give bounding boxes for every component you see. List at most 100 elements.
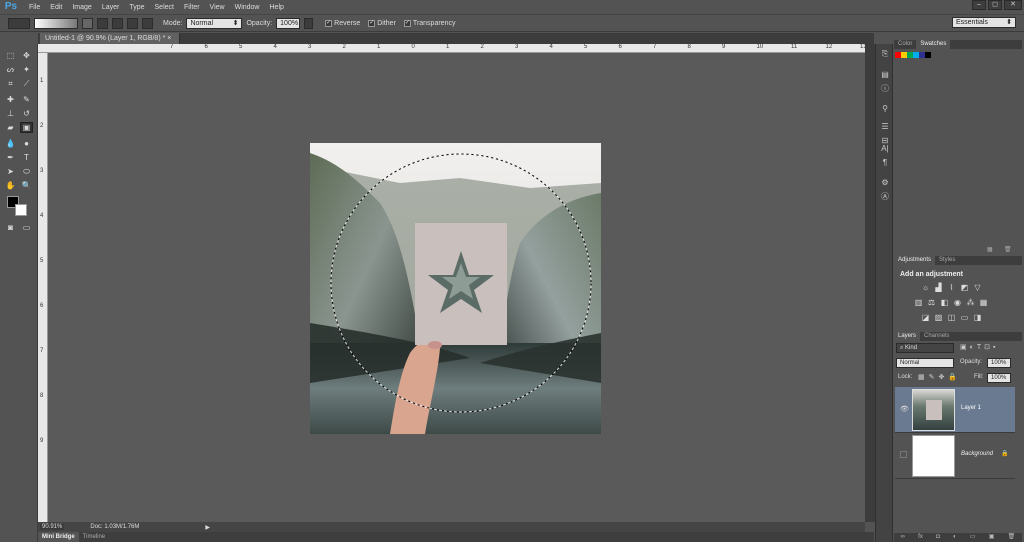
posterize-icon[interactable]: ▨ [934,314,943,322]
gradient-picker[interactable] [34,17,78,29]
vertical-scrollbar[interactable] [865,44,875,522]
shape-tool-icon[interactable]: ⬭ [20,166,33,177]
new-swatch-icon[interactable]: ▦ [987,246,993,253]
layer-kind-filter[interactable]: ⌕ Kind [896,343,954,353]
tool-preset-picker[interactable] [8,17,30,29]
tab-styles[interactable]: Styles [935,256,959,265]
dodge-tool-icon[interactable]: ● [20,138,33,149]
layer-fill-input[interactable]: 100% [987,373,1011,383]
group-icon[interactable]: ▭ [970,533,976,542]
black-white-icon[interactable]: ◧ [940,299,949,307]
history-brush-tool-icon[interactable]: ↺ [20,108,33,119]
tool-presets-icon[interactable]: ⚙ [879,178,891,188]
delete-swatch-icon[interactable]: 🗑 [1004,246,1012,253]
link-icon[interactable]: ∞ [901,533,905,542]
status-menu-arrow-icon[interactable]: ▶ [205,524,210,531]
hue-saturation-icon[interactable]: ▥ [914,299,923,307]
tab-layers[interactable]: Layers [894,332,921,341]
move-tool-icon[interactable]: ✥ [20,50,33,61]
minimize-button[interactable]: – [972,0,986,10]
dither-checkbox[interactable]: ✓ Dither [368,19,396,27]
clone-stamp-tool-icon[interactable]: ⊥ [4,108,17,119]
trash-icon[interactable]: 🗑 [1008,533,1016,542]
exposure-icon[interactable]: ◩ [960,284,969,292]
actions-icon[interactable]: ▤ [879,70,891,80]
marquee-tool-icon[interactable]: ⬚ [4,50,17,61]
tab-color[interactable]: Color [894,40,916,49]
menu-select[interactable]: Select [150,4,179,11]
tab-mini-bridge[interactable]: Mini Bridge [38,532,79,542]
layer-name[interactable]: Layer 1 [961,405,981,411]
blur-tool-icon[interactable]: 💧 [4,138,17,149]
menu-filter[interactable]: Filter [179,4,205,11]
eye-icon[interactable]: 👁 [900,405,909,413]
eraser-tool-icon[interactable]: ▰ [4,122,17,133]
tab-swatches[interactable]: Swatches [916,40,951,49]
blend-mode-select[interactable]: Normal [896,358,954,368]
layer-row-background[interactable]: Background 🔒 [895,433,1015,479]
type-tool-icon[interactable]: T [20,152,33,163]
reverse-checkbox[interactable]: ✓ Reverse [325,19,360,27]
paragraph-icon[interactable]: ¶ [879,158,891,168]
mask-icon[interactable]: ◘ [936,533,940,542]
radial-gradient-button[interactable] [97,17,108,29]
color-lookup-icon[interactable]: ▦ [979,299,988,307]
tab-adjustments[interactable]: Adjustments [894,256,936,265]
linear-gradient-button[interactable] [82,17,93,29]
close-window-button[interactable]: ✕ [1004,0,1022,10]
crop-tool-icon[interactable]: ⌗ [4,78,17,89]
zoom-level[interactable]: 90.91% [40,524,65,530]
diamond-gradient-button[interactable] [142,17,153,29]
threshold-icon[interactable]: ◫ [947,314,956,322]
selective-color-icon[interactable]: ◨ [973,314,982,322]
fx-icon[interactable]: fx [918,533,923,542]
brush-presets-icon[interactable]: ⚲ [879,104,891,114]
eyedropper-tool-icon[interactable]: ⟋ [20,78,33,89]
channel-mixer-icon[interactable]: ⁂ [966,299,975,307]
layer-row-layer1[interactable]: 👁 Layer 1 [895,387,1015,433]
menu-edit[interactable]: Edit [45,4,67,11]
menu-window[interactable]: Window [230,4,265,11]
magic-wand-tool-icon[interactable]: ✦ [20,64,33,75]
visibility-box[interactable] [900,451,907,458]
layer-filter-icons[interactable]: ▣◐T⊡▪ [960,343,998,351]
transparency-checkbox[interactable]: ✓ Transparency [403,19,455,27]
background-color-swatch[interactable] [15,204,27,216]
zoom-tool-icon[interactable]: 🔍 [20,180,33,191]
gradient-tool-icon[interactable]: ▣ [20,122,33,133]
swatch-black[interactable] [925,52,931,58]
angle-gradient-button[interactable] [112,17,123,29]
tab-timeline[interactable]: Timeline [79,532,109,542]
photo-filter-icon[interactable]: ◉ [953,299,962,307]
info-icon[interactable]: ⓘ [879,84,891,94]
workspace-switcher[interactable]: Essentials ⬍ [952,17,1016,28]
reflected-gradient-button[interactable] [127,17,138,29]
lock-icons[interactable]: ▦✎✥🔒 [918,373,961,381]
quick-mask-icon[interactable]: ◙ [4,222,17,233]
menu-image[interactable]: Image [67,4,96,11]
menu-view[interactable]: View [205,4,230,11]
menu-layer[interactable]: Layer [97,4,125,11]
layer-opacity-input[interactable]: 100% [987,358,1011,368]
hand-tool-icon[interactable]: ✋ [4,180,17,191]
vibrance-icon[interactable]: ▽ [973,284,982,292]
brightness-icon[interactable]: ☼ [921,284,930,292]
character-icon[interactable]: A| [879,144,891,154]
tab-channels[interactable]: Channels [920,332,953,341]
brush-tool-icon[interactable]: ✎ [20,94,33,105]
adjustment-layer-icon[interactable]: ◐ [953,533,957,542]
layer-name[interactable]: Background [961,451,993,457]
levels-icon[interactable]: ▟ [934,284,943,292]
history-icon[interactable]: ⎘ [879,49,891,59]
screen-mode-icon[interactable]: ▭ [20,222,33,233]
opacity-slider-button[interactable] [304,17,314,29]
maximize-button[interactable]: ◻ [988,0,1002,10]
new-layer-icon[interactable]: ▣ [989,533,995,542]
pen-tool-icon[interactable]: ✒ [4,152,17,163]
mode-select[interactable]: Normal ⬍ [186,17,243,29]
character-styles-icon[interactable]: Ⓐ [879,192,891,202]
menu-help[interactable]: Help [265,4,289,11]
properties-icon[interactable]: ☰ [879,122,891,132]
lasso-tool-icon[interactable]: ᔕ [4,64,17,75]
close-tab-icon[interactable]: × [167,35,171,42]
